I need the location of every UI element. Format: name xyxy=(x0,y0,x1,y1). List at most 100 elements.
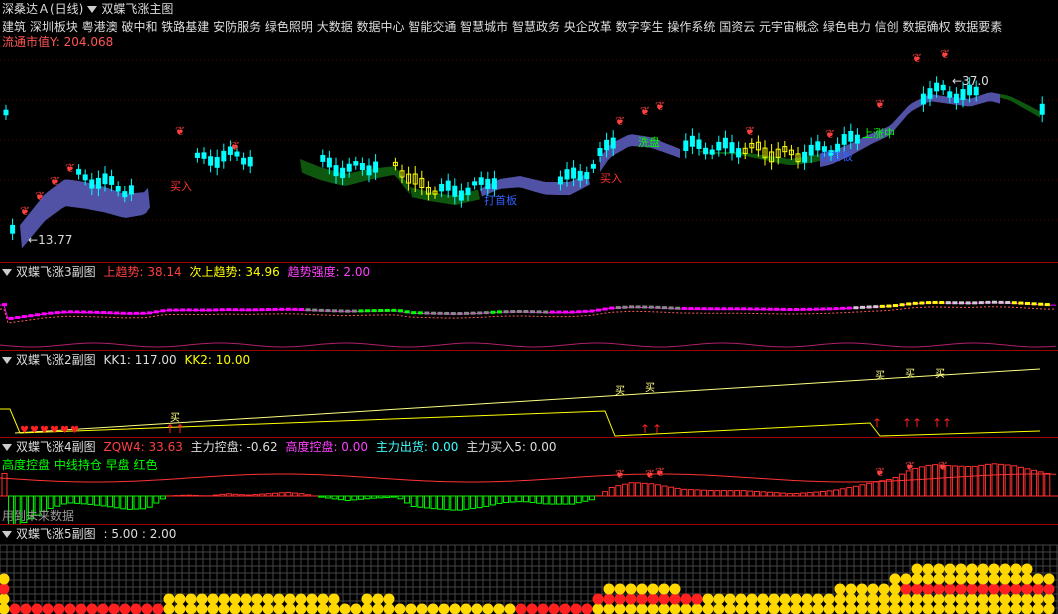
trend-block xyxy=(497,310,502,314)
dropdown-icon[interactable] xyxy=(2,531,12,538)
candle xyxy=(281,152,285,158)
trend-block xyxy=(767,307,773,311)
sub4-panel[interactable]: ❦ ❦ ❦ ❦ ❦ ❦ 双蝶飞涨4副图 ZQW4: 33.63 主力控盘: -0.62 高… xyxy=(0,438,1058,524)
main-chart-panel[interactable]: ❦ ❦ ❦ ❦ ❦ ❦ ❦ ❦ ❦ ❦ ❦ ❦ ❦ ❦ 买入 买入 洗盘 打首板 上涨中 打首板 深桑达Ａ(日线) 双蝶… xyxy=(0,0,1058,262)
volume-bar xyxy=(219,493,226,497)
level-dot xyxy=(141,603,153,614)
signal-label: 打首板 xyxy=(820,149,853,163)
volume-bar xyxy=(232,493,239,497)
candle xyxy=(854,134,860,144)
volume-bar xyxy=(318,495,325,498)
level-dot xyxy=(207,593,219,605)
level-dot xyxy=(185,593,197,605)
trend-block xyxy=(622,305,628,309)
level-dot xyxy=(768,603,780,614)
sub2-title[interactable]: 双蝶飞涨2副图 xyxy=(16,353,96,367)
candle xyxy=(953,93,959,104)
level-dot xyxy=(889,593,901,605)
trend-block xyxy=(998,300,1004,304)
candle xyxy=(902,105,906,110)
candle xyxy=(512,169,516,172)
level-dot xyxy=(20,603,32,614)
concept-list: 建筑 深圳板块 粤港澳 破中和 铁路基建 安防服务 绿色照明 大数据 数据中心 … xyxy=(2,20,1003,34)
sub5-header: 双蝶飞涨5副图 : 5.00 : 2.00 xyxy=(2,527,181,541)
candle xyxy=(182,158,186,168)
buy-marker: 买 xyxy=(645,382,655,394)
dropdown-icon[interactable] xyxy=(2,269,12,276)
level-dot xyxy=(1010,583,1022,595)
level-dot xyxy=(108,603,120,614)
sub3-title[interactable]: 双蝶飞涨3副图 xyxy=(16,265,96,279)
trend-block xyxy=(8,316,14,320)
candle xyxy=(590,164,596,169)
volume-bar xyxy=(1044,472,1051,497)
candle xyxy=(320,154,326,162)
candle xyxy=(268,151,272,158)
main-indicator-name[interactable]: 双蝶飞涨主图 xyxy=(101,2,173,16)
high-price-label: ←37.0 xyxy=(952,74,989,88)
sub5-panel[interactable]: 双蝶飞涨5副图 : 5.00 : 2.00 xyxy=(0,525,1058,614)
volume-bar xyxy=(780,492,787,497)
level-dot xyxy=(1010,603,1022,614)
trend-block xyxy=(978,301,984,305)
trend-block xyxy=(68,310,73,314)
volume-bar xyxy=(826,490,833,497)
volume-bar xyxy=(918,466,925,497)
stock-name[interactable]: 深桑达Ａ(日线) xyxy=(2,2,83,16)
trend-block xyxy=(1011,301,1017,305)
sub5-title[interactable]: 双蝶飞涨5副图 xyxy=(16,527,96,541)
volume-bar xyxy=(1024,468,1031,497)
level-dot xyxy=(867,583,879,595)
butterfly-icon: ❦ xyxy=(615,467,625,481)
sub4-title[interactable]: 双蝶飞涨4副图 xyxy=(16,440,96,454)
volume-bar xyxy=(740,490,747,497)
sub2-panel[interactable]: 买买买买买买 ↑ ↑ ↑ ↑ ↑ ↑ ↑ ↑ ↑ ♥ ♥ ♥ ♥ ♥ ♥ 双蝶飞涨2副图 KK1: 117.0… xyxy=(0,351,1058,437)
butterfly-icon: ❦ xyxy=(875,465,885,479)
heart-icon: ♥ xyxy=(70,425,79,436)
level-dot xyxy=(801,603,813,614)
trend-block xyxy=(926,301,931,305)
level-dot xyxy=(757,603,769,614)
trend-block xyxy=(48,311,54,315)
level-dot xyxy=(438,603,450,614)
level-dot xyxy=(581,603,593,614)
level-dot xyxy=(284,593,296,605)
level-dot xyxy=(669,583,681,595)
level-dot xyxy=(405,603,417,614)
level-dot xyxy=(174,593,186,605)
buy-marker: 买 xyxy=(935,368,945,380)
candle xyxy=(472,181,478,186)
volume-bar xyxy=(701,489,708,497)
volume-bar xyxy=(410,495,417,507)
main-header: 深桑达Ａ(日线) 双蝶飞涨主图 xyxy=(2,2,177,16)
volume-bar xyxy=(133,495,140,510)
sub3-panel[interactable]: 双蝶飞涨3副图 上趋势: 38.14 次上趋势: 34.96 趋势强度: 2.0… xyxy=(0,263,1058,350)
volume-bar xyxy=(509,495,516,503)
level-dot xyxy=(636,593,648,605)
main-candlestick-chart[interactable]: ❦❦❦❦❦❦❦❦ ❦❦ ❦❦❦ ❦买入买入洗盘打首板上涨中打首板 xyxy=(0,0,1058,262)
dropdown-icon[interactable] xyxy=(87,6,98,13)
trend-block xyxy=(391,308,397,312)
trend-block xyxy=(576,310,582,314)
volume-bar xyxy=(272,492,279,497)
level-dot xyxy=(977,583,989,595)
level-dot xyxy=(64,603,76,614)
candle xyxy=(689,135,695,147)
trend-block xyxy=(15,315,21,319)
level-dot xyxy=(823,593,835,605)
trend-block xyxy=(81,310,87,314)
level-dot xyxy=(207,603,219,614)
dropdown-icon[interactable] xyxy=(2,444,12,451)
candle xyxy=(1027,94,1031,100)
level-dot xyxy=(460,603,472,614)
trend-block xyxy=(61,310,67,314)
trend-block xyxy=(193,308,199,312)
trend-block xyxy=(893,304,898,308)
volume-bar xyxy=(1037,471,1044,497)
trend-block xyxy=(483,311,489,315)
dropdown-icon[interactable] xyxy=(2,357,12,364)
volume-bar xyxy=(608,487,615,497)
candle xyxy=(1007,86,1011,96)
trend-block xyxy=(774,307,780,311)
trend-block xyxy=(827,307,832,311)
